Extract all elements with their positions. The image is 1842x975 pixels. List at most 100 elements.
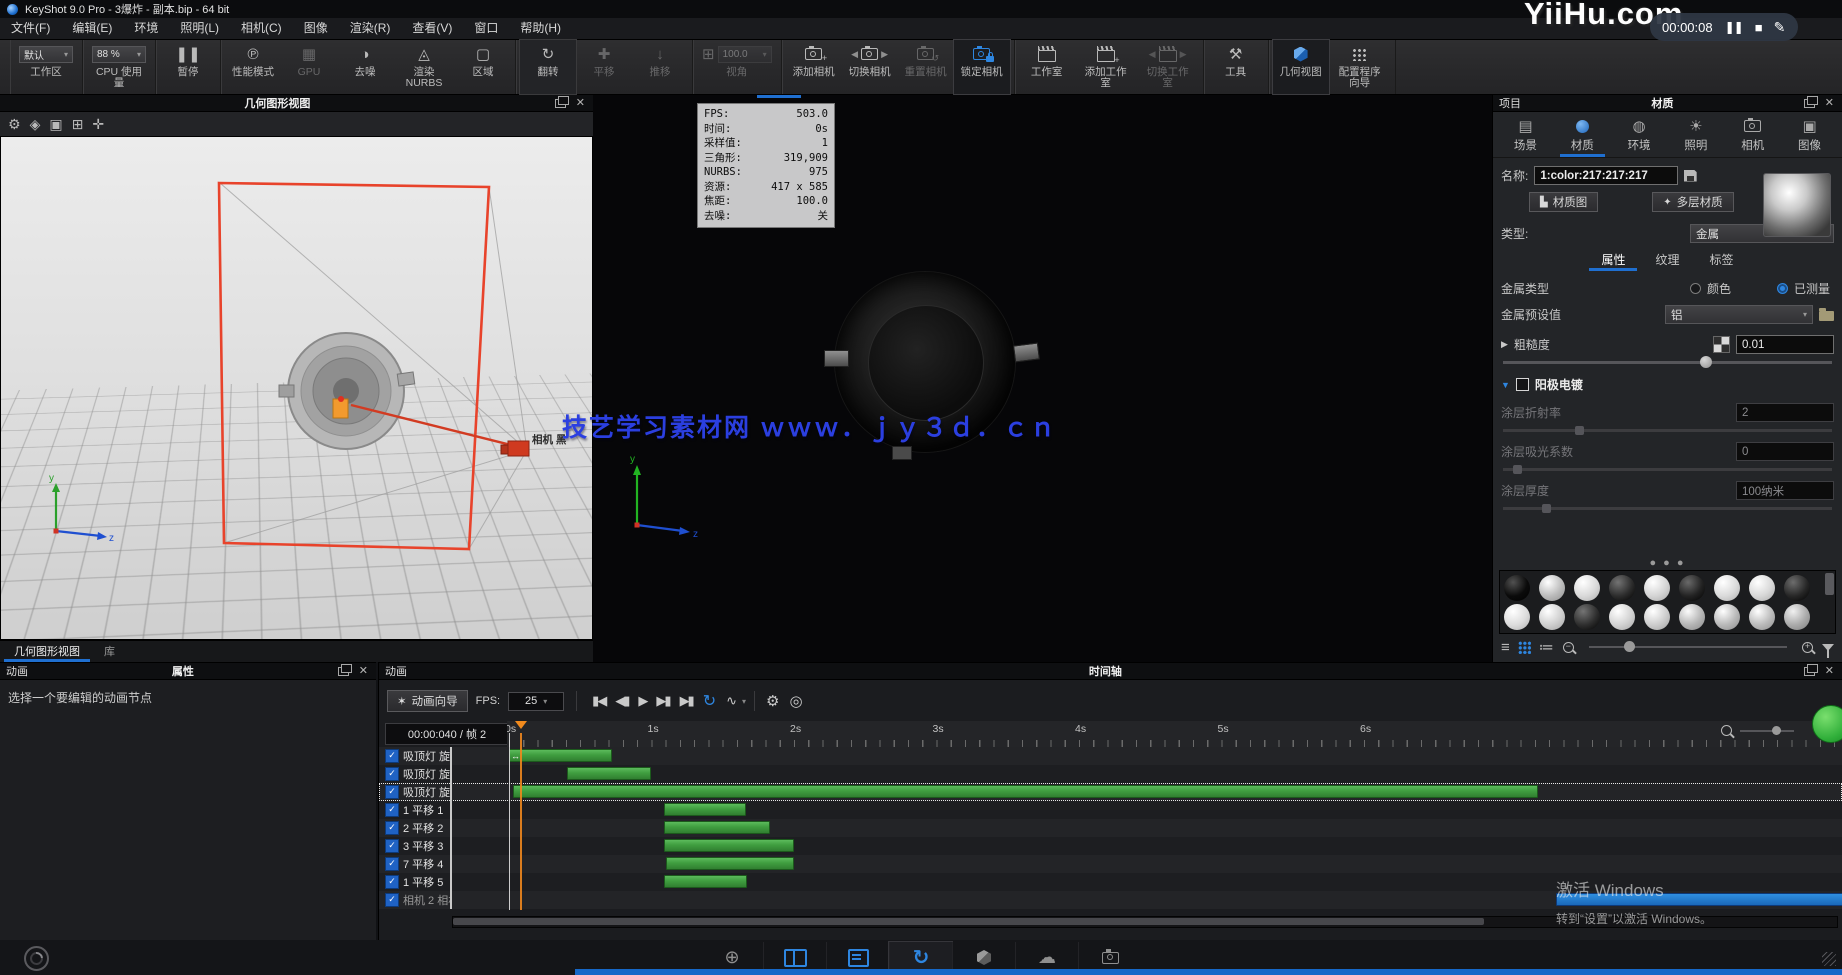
transport-step-back-icon[interactable]: ◀▮ <box>612 693 631 709</box>
toolbar-render-nurbs[interactable]: ◬渲染NURBS <box>393 40 455 94</box>
material-swatch-5[interactable] <box>1679 575 1705 601</box>
animation-bar[interactable] <box>1556 893 1842 906</box>
close-panel-icon[interactable]: ✕ <box>576 98 585 108</box>
filter-icon[interactable] <box>1822 644 1834 651</box>
prev-arrow-icon[interactable]: ◀ <box>1149 49 1156 60</box>
transport-go-to-end-icon[interactable]: ▶▮ <box>677 693 696 709</box>
material-swatch-17[interactable] <box>1784 604 1810 630</box>
anodized-expander-icon[interactable]: ▼ <box>1501 380 1510 390</box>
track-row-1[interactable]: ✓吸顶灯 旋转 2 <box>379 765 1842 783</box>
multi-material-button[interactable]: ✦多层材质 <box>1652 192 1733 212</box>
bar-drag-handle[interactable]: ↔ <box>511 750 520 762</box>
toolbar-denoise[interactable]: ◑去噪 <box>337 40 393 94</box>
material-graph-button[interactable]: ▙材质图 <box>1529 192 1598 212</box>
material-swatch-1[interactable] <box>1539 575 1565 601</box>
material-swatch-4[interactable] <box>1644 575 1670 601</box>
track-checkbox[interactable]: ✓ <box>385 857 399 871</box>
transport-settings-icon[interactable]: ⚙ <box>763 692 782 710</box>
toolbar-studio[interactable]: 工作室 <box>1019 40 1075 94</box>
toolbar-cpu-usage[interactable]: 88 %▾CPU 使用量 <box>87 40 151 94</box>
track-checkbox[interactable]: ✓ <box>385 803 399 817</box>
thumbnail-size-slider[interactable] <box>1589 646 1787 648</box>
toolbar-add-studio[interactable]: +添加工作室 <box>1075 40 1137 94</box>
material-subtab-0[interactable]: 属性 <box>1601 251 1625 271</box>
animation-wizard-button[interactable]: ✶ 动画向导 <box>387 690 468 712</box>
material-swatch-11[interactable] <box>1574 604 1600 630</box>
track-row-6[interactable]: ✓7 平移 4 <box>379 855 1842 873</box>
transport-play-icon[interactable]: ▶ <box>635 693 649 709</box>
material-swatch-10[interactable] <box>1539 604 1565 630</box>
close-panel-icon[interactable]: ✕ <box>1825 98 1834 108</box>
track-row-8[interactable]: ✓相机 2 相机路径 <box>379 891 1842 909</box>
material-name-input[interactable]: 1:color:217:217:217 <box>1534 166 1677 185</box>
transport-loop-icon[interactable]: ↻ <box>700 691 719 711</box>
recorder-pause-icon[interactable]: ❚❚ <box>1725 20 1743 34</box>
anodized-checkbox[interactable] <box>1516 378 1529 391</box>
animation-bar[interactable] <box>513 785 1538 798</box>
toolbar-workspace[interactable]: 默认▾工作区 <box>14 40 78 94</box>
menu-item-1[interactable]: 编辑(E) <box>61 18 123 39</box>
geometry-viewport[interactable]: 相机 黑 y z <box>0 137 593 640</box>
toolbar-add-camera[interactable]: +添加相机 <box>786 40 842 94</box>
track-checkbox[interactable]: ✓ <box>385 821 399 835</box>
panel-resize-dots[interactable]: ● ● ● <box>1493 558 1842 568</box>
fov-value[interactable]: 100.0▾ <box>718 46 772 63</box>
keyshot-footer-logo-icon[interactable] <box>24 946 49 971</box>
float-panel-icon[interactable] <box>555 99 566 108</box>
project-tab-1[interactable]: 材质 <box>1554 117 1611 157</box>
material-swatch-3[interactable] <box>1609 575 1635 601</box>
transport-ramp-icon[interactable]: ∿ <box>723 693 738 709</box>
track-checkbox[interactable]: ✓ <box>385 767 399 781</box>
geo-tab-1[interactable]: 库 <box>94 641 125 662</box>
material-swatch-14[interactable] <box>1679 604 1705 630</box>
toolbar-tools[interactable]: ⚒工具 <box>1208 40 1264 94</box>
recorder-stop-icon[interactable]: ■ <box>1755 20 1762 35</box>
material-swatch-16[interactable] <box>1749 604 1775 630</box>
material-swatch-15[interactable] <box>1714 604 1740 630</box>
material-swatch-13[interactable] <box>1644 604 1670 630</box>
material-subtab-2[interactable]: 标签 <box>1710 251 1734 271</box>
wireframe-icon[interactable]: ◈ <box>30 116 41 133</box>
geo-tab-0[interactable]: 几何图形视图 <box>4 641 90 662</box>
playhead-marker[interactable] <box>515 721 527 729</box>
track-row-7[interactable]: ✓1 平移 5 <box>379 873 1842 891</box>
prev-arrow-icon[interactable]: ◀ <box>851 49 858 60</box>
transport-go-to-start-icon[interactable]: ▮◀ <box>589 693 608 709</box>
realtime-render-viewport[interactable]: FPS:503.0时间:0s采样值:1三角形:319,909NURBS:975资… <box>593 95 1492 662</box>
window-resize-grip[interactable] <box>1822 952 1836 966</box>
toolbar-pan[interactable]: ✚平移 <box>576 40 632 94</box>
float-panel-icon[interactable] <box>1804 667 1815 676</box>
timeline-zoom-slider[interactable] <box>1740 730 1794 732</box>
pivot-icon[interactable]: ✛ <box>92 116 104 133</box>
transport-render-frame-icon[interactable]: ◎ <box>787 692 806 710</box>
menu-item-0[interactable]: 文件(F) <box>0 18 61 39</box>
track-row-5[interactable]: ✓3 平移 3 <box>379 837 1842 855</box>
toolbar-region[interactable]: ▢区域 <box>455 40 511 94</box>
toolbar-reset-camera[interactable]: ↺重置相机 <box>898 40 954 94</box>
menu-item-5[interactable]: 图像 <box>293 18 339 39</box>
material-swatch-2[interactable] <box>1574 575 1600 601</box>
track-row-4[interactable]: ✓2 平移 2 <box>379 819 1842 837</box>
transport-step-forward-icon[interactable]: ▶▮ <box>653 693 672 709</box>
radio-color[interactable] <box>1690 283 1701 294</box>
close-panel-icon[interactable]: ✕ <box>359 666 368 676</box>
material-swatch-7[interactable] <box>1749 575 1775 601</box>
project-tab-4[interactable]: 相机 <box>1724 117 1781 157</box>
menu-item-6[interactable]: 渲染(R) <box>339 18 402 39</box>
grid-view-view-icon[interactable] <box>1518 641 1531 654</box>
toolbar-dolly[interactable]: ↓推移 <box>632 40 688 94</box>
zoom-in-icon[interactable]: + <box>1802 642 1813 653</box>
grid-icon[interactable]: ⊞ <box>72 116 84 133</box>
toolbar-switch-camera[interactable]: ◀▶切换相机 <box>842 40 898 94</box>
animation-bar[interactable] <box>664 821 769 834</box>
toolbar-tumble[interactable]: ↻翻转 <box>520 40 576 94</box>
toolbar-performance-mode[interactable]: ℗性能模式 <box>225 40 281 94</box>
material-library[interactable] <box>1499 570 1836 634</box>
metal-preset-dropdown[interactable]: 铝▾ <box>1665 305 1813 324</box>
track-row-0[interactable]: ✓吸顶灯 旋转 1↔ <box>379 747 1842 765</box>
material-swatch-0[interactable] <box>1504 575 1530 601</box>
material-swatch-9[interactable] <box>1504 604 1530 630</box>
next-arrow-icon[interactable]: ▶ <box>1180 49 1187 60</box>
menu-item-9[interactable]: 帮助(H) <box>509 18 572 39</box>
project-tab-3[interactable]: ☀照明 <box>1667 117 1724 157</box>
